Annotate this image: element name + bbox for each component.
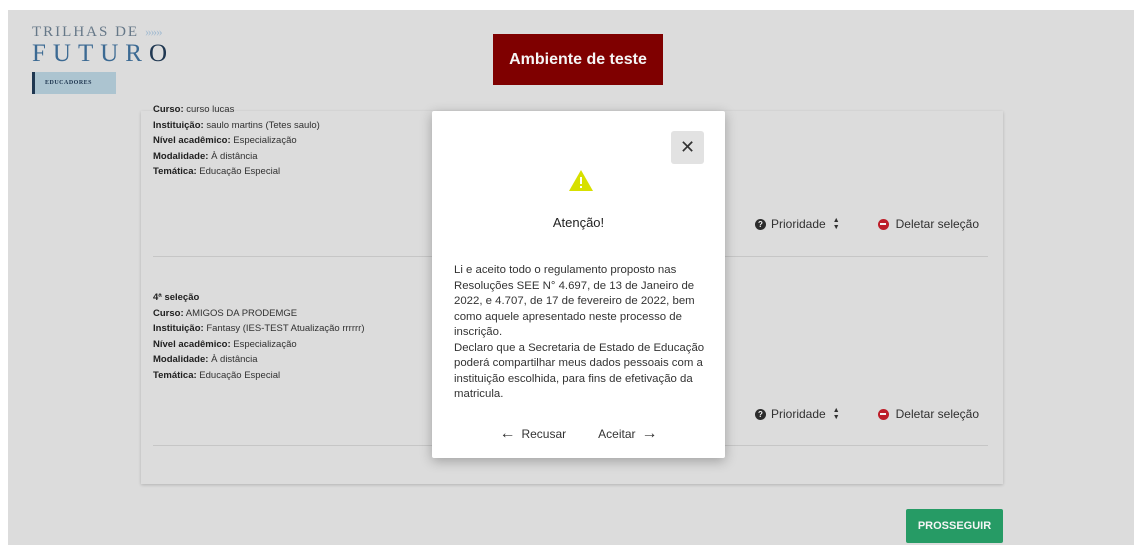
arrow-left-icon: ← (499, 425, 516, 442)
modal-body: Li e aceito todo o regulamento proposto … (454, 263, 709, 403)
arrow-right-icon: → (641, 425, 658, 442)
modal-paragraph-data-sharing: Declaro que a Secretaria de Estado de Ed… (454, 341, 705, 401)
accept-label: Aceitar (598, 427, 636, 441)
warning-triangle-icon (568, 169, 594, 197)
close-icon[interactable]: ✕ (671, 131, 704, 164)
reject-button[interactable]: ← Recusar (499, 425, 567, 442)
modal-paragraph-terms: Li e aceito todo o regulamento proposto … (454, 264, 695, 338)
page: TRILHAS DE»»» FUTURO EDUCADORES Ambiente… (8, 10, 1134, 545)
attention-modal: ✕ Atenção! Li e aceito todo o regulament… (432, 111, 725, 458)
modal-actions: ← Recusar Aceitar → (432, 425, 725, 442)
reject-label: Recusar (521, 427, 567, 441)
accept-button[interactable]: Aceitar → (598, 425, 658, 442)
modal-title: Atenção! (552, 215, 605, 230)
